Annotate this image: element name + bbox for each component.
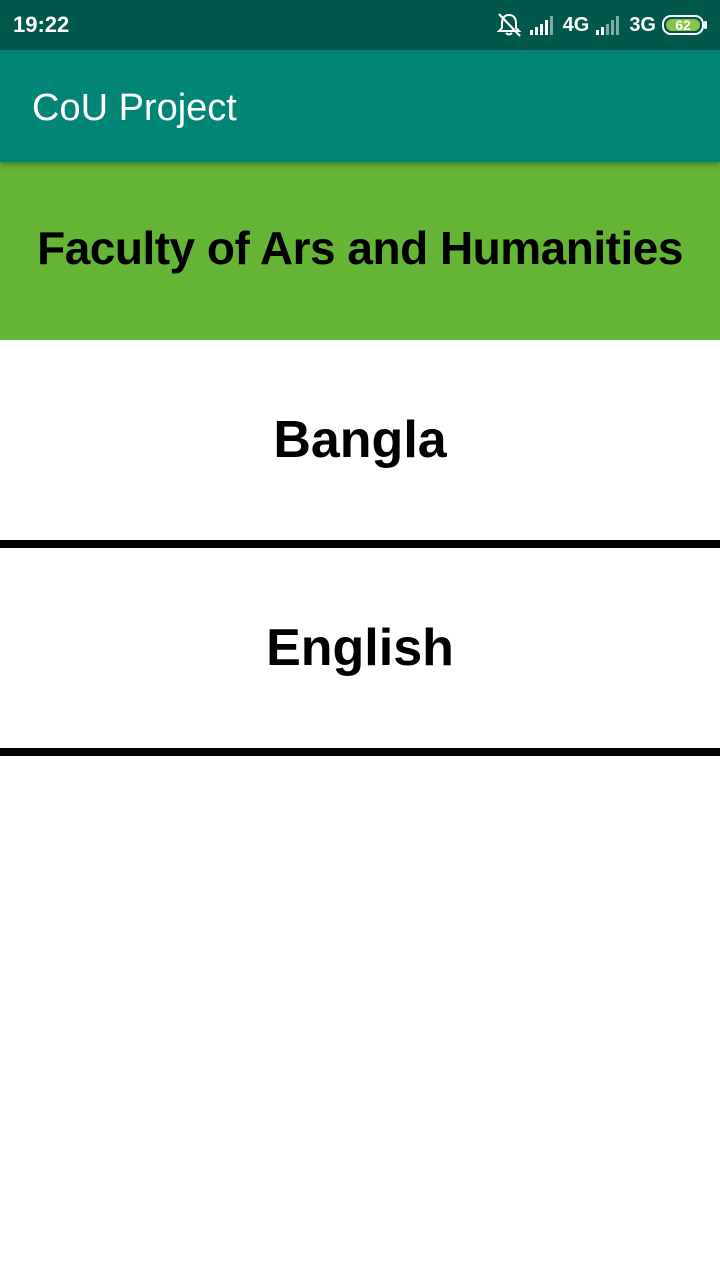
network-type-primary: 4G [562, 14, 590, 36]
network-type-secondary: 3G [629, 14, 656, 36]
department-label: English [266, 619, 454, 677]
signal-icon [529, 14, 557, 36]
faculty-header: Faculty of Ars and Humanities [0, 162, 720, 340]
app-bar: CoU Project [0, 50, 720, 162]
app-title: CoU Project [32, 87, 237, 129]
status-icons: 4G 3G 62 [495, 10, 708, 40]
department-label: Bangla [273, 411, 447, 469]
battery-level: 62 [675, 17, 691, 33]
alarm-off-icon [495, 12, 523, 38]
divider [0, 748, 720, 756]
department-item-english[interactable]: English [0, 548, 720, 748]
signal-icon [595, 14, 623, 36]
faculty-title: Faculty of Ars and Humanities [37, 222, 683, 274]
divider [0, 540, 720, 548]
department-item-bangla[interactable]: Bangla [0, 340, 720, 540]
status-time: 19:22 [13, 12, 70, 37]
status-bar: 19:22 4G 3G 62 [0, 0, 720, 50]
battery-icon: 62 [662, 15, 708, 35]
